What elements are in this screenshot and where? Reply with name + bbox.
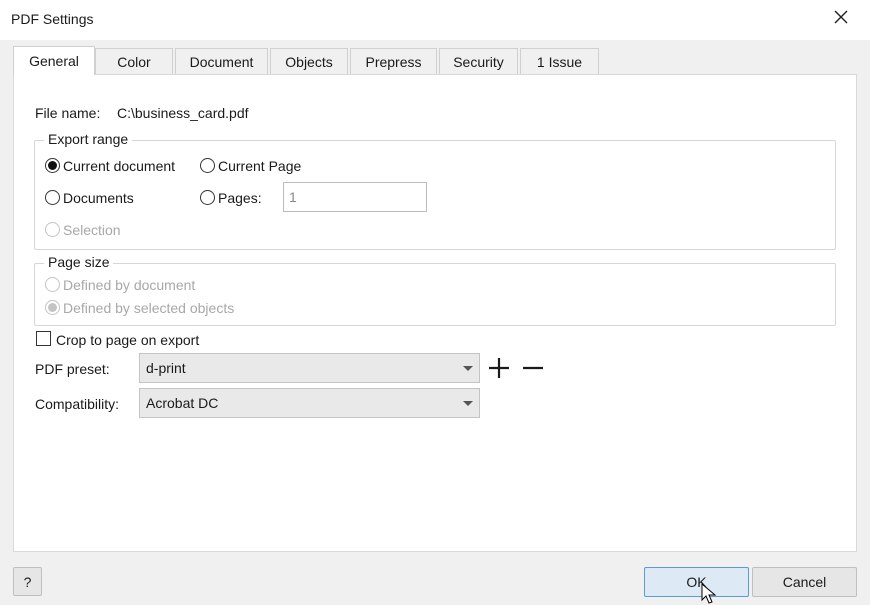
pdf-preset-value: d-print <box>146 360 186 376</box>
tab-label: Prepress <box>365 53 422 70</box>
help-button[interactable]: ? <box>13 567 42 596</box>
pages-label: Pages: <box>218 190 262 206</box>
defined-by-document-label: Defined by document <box>63 277 196 293</box>
pages-input-value: 1 <box>289 189 297 205</box>
file-name-label: File name: <box>35 105 101 121</box>
tab-document[interactable]: Document <box>175 48 268 74</box>
pages-input[interactable]: 1 <box>283 182 427 212</box>
general-panel: File name: C:\business_card.pdf Export r… <box>13 74 857 552</box>
help-label: ? <box>23 573 32 590</box>
tab-prepress[interactable]: Prepress <box>350 48 437 74</box>
tab-label: Document <box>189 53 254 70</box>
page-size-legend: Page size <box>44 254 114 270</box>
mouse-cursor-icon <box>701 583 717 604</box>
close-icon <box>834 10 848 24</box>
tab-objects[interactable]: Objects <box>270 48 348 74</box>
tab-color[interactable]: Color <box>95 48 173 74</box>
crop-to-page-label: Crop to page on export <box>56 332 200 348</box>
crop-to-page-checkbox[interactable] <box>36 331 51 346</box>
tab-label: General <box>29 53 79 69</box>
defined-by-document-radio <box>45 277 60 292</box>
ok-button[interactable]: OK <box>644 567 749 597</box>
file-name-value: C:\business_card.pdf <box>117 105 249 121</box>
pdf-preset-label: PDF preset: <box>35 361 110 377</box>
selection-label: Selection <box>63 222 121 238</box>
current-document-label: Current document <box>63 158 176 174</box>
title-bar: PDF Settings <box>0 0 870 40</box>
tab-issues[interactable]: 1 Issue <box>520 48 599 74</box>
chevron-down-icon <box>463 366 473 371</box>
close-button[interactable] <box>826 4 856 30</box>
chevron-down-icon <box>463 401 473 406</box>
page-size-group: Page size <box>34 254 836 326</box>
cancel-button[interactable]: Cancel <box>752 567 857 597</box>
pages-radio[interactable] <box>200 190 215 205</box>
compatibility-value: Acrobat DC <box>146 395 219 411</box>
tab-label: Security <box>453 53 504 70</box>
pdf-preset-select[interactable]: d-print <box>139 353 480 383</box>
export-range-group: Export range <box>34 131 836 250</box>
defined-by-selected-objects-label: Defined by selected objects <box>63 300 235 316</box>
selection-radio <box>45 222 60 237</box>
current-page-label: Current Page <box>218 158 302 174</box>
window-title: PDF Settings <box>11 11 94 27</box>
export-range-legend: Export range <box>44 131 133 147</box>
compatibility-label: Compatibility: <box>35 396 120 412</box>
current-page-radio[interactable] <box>200 158 215 173</box>
cancel-label: Cancel <box>782 574 827 590</box>
compatibility-select[interactable]: Acrobat DC <box>139 388 480 418</box>
remove-preset-button[interactable] <box>521 357 545 379</box>
tab-label: Color <box>117 53 151 70</box>
tab-general[interactable]: General <box>13 46 95 75</box>
defined-by-selected-objects-radio <box>45 300 60 315</box>
minus-icon <box>523 366 543 370</box>
documents-radio[interactable] <box>45 190 60 205</box>
plus-icon <box>489 358 509 378</box>
tab-label: 1 Issue <box>536 53 583 70</box>
tab-label: Objects <box>285 53 333 70</box>
documents-label: Documents <box>63 190 134 206</box>
add-preset-button[interactable] <box>487 357 511 379</box>
tab-security[interactable]: Security <box>439 48 518 74</box>
current-document-radio[interactable] <box>45 158 60 173</box>
